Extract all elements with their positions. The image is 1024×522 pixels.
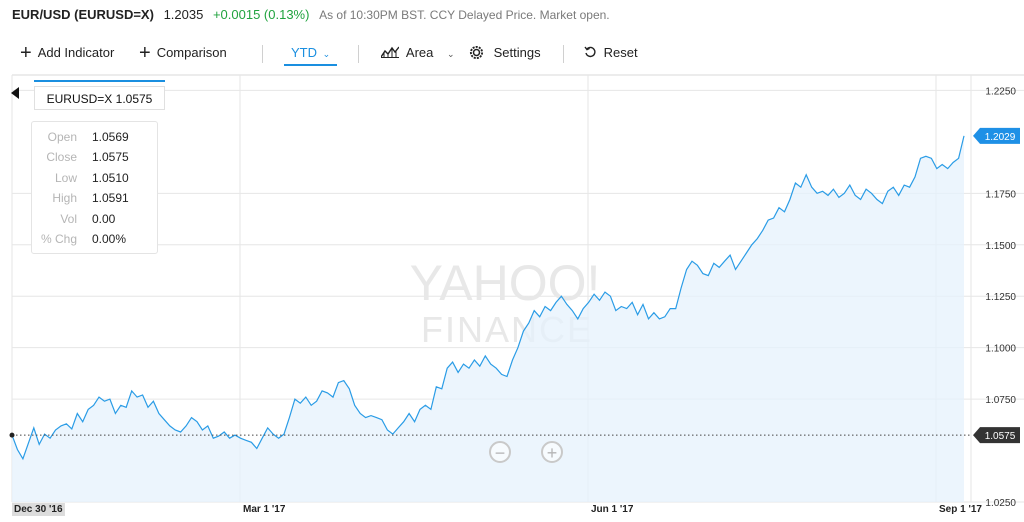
x-tick-label: Dec 30 '16 (14, 504, 63, 515)
tooltip-accent (34, 80, 165, 82)
ohlc-value: 1.0569 (92, 130, 129, 144)
crosshair-marker (9, 432, 15, 438)
y-tick-label: 1.1250 (985, 292, 1016, 303)
zoom-out-icon[interactable]: − (489, 441, 511, 463)
ohlc-label: Open (47, 130, 77, 144)
y-axis: 1.2250 1.1750 1.1500 1.1250 1.1000 1.0750 1.02… (985, 86, 1016, 509)
ohlc-label: High (52, 191, 77, 206)
ohlc-row-low: Low 1.0510 (32, 168, 157, 188)
ohlc-label: Close (46, 150, 77, 165)
y-tick-label: 1.1750 (985, 189, 1016, 200)
y-tick-label: 1.0250 (985, 498, 1016, 509)
ohlc-row-vol: Vol 0.00 (32, 209, 157, 229)
y-tick-label: 1.1000 (985, 344, 1016, 355)
x-tick-label: Mar 1 '17 (243, 504, 286, 515)
ohlc-value: 1.0575 (92, 150, 129, 165)
y-tick-label: 1.1500 (985, 241, 1016, 252)
ohlc-value: 0.00% (92, 231, 127, 246)
crosshair-value-badge: 1.0575 (985, 431, 1016, 442)
ohlc-value: 1.0591 (92, 191, 129, 206)
ohlc-label: % Chg (40, 231, 77, 246)
ohlc-value: 0.00 (92, 211, 116, 226)
watermark-yahoo: YAHOO! (410, 255, 601, 311)
ohlc-label: Low (54, 170, 77, 185)
y-tick-label: 1.2250 (985, 86, 1016, 97)
zoom-in-icon[interactable]: + (541, 441, 563, 463)
price-chart[interactable]: YAHOO! FINANCE 1.22501.17501.15001.12501… (0, 0, 1024, 522)
ohlc-value: 1.0510 (92, 170, 129, 185)
ohlc-panel: Open 1.0569 Close 1.0575 Low 1.0510 High 1.0… (31, 121, 158, 254)
tooltip-title: EURUSD=X 1.0575 (34, 86, 165, 110)
ohlc-label: Vol (60, 211, 77, 226)
x-tick-label: Jun 1 '17 (591, 504, 634, 515)
x-axis: Dec 30 '16 Mar 1 '17 Jun 1 '17 Sep 1 '17 (12, 503, 982, 516)
ohlc-row-open: Open 1.0569 (32, 127, 157, 147)
y-tick-label: 1.0750 (985, 395, 1016, 406)
ohlc-row-high: High 1.0591 (32, 188, 157, 208)
ohlc-row-close: Close 1.0575 (32, 147, 157, 167)
caret-left-icon[interactable] (11, 87, 19, 99)
x-tick-label: Sep 1 '17 (939, 504, 982, 515)
ohlc-row-pct-chg: % Chg 0.00% (32, 229, 157, 249)
last-value-badge: 1.2029 (985, 132, 1016, 143)
